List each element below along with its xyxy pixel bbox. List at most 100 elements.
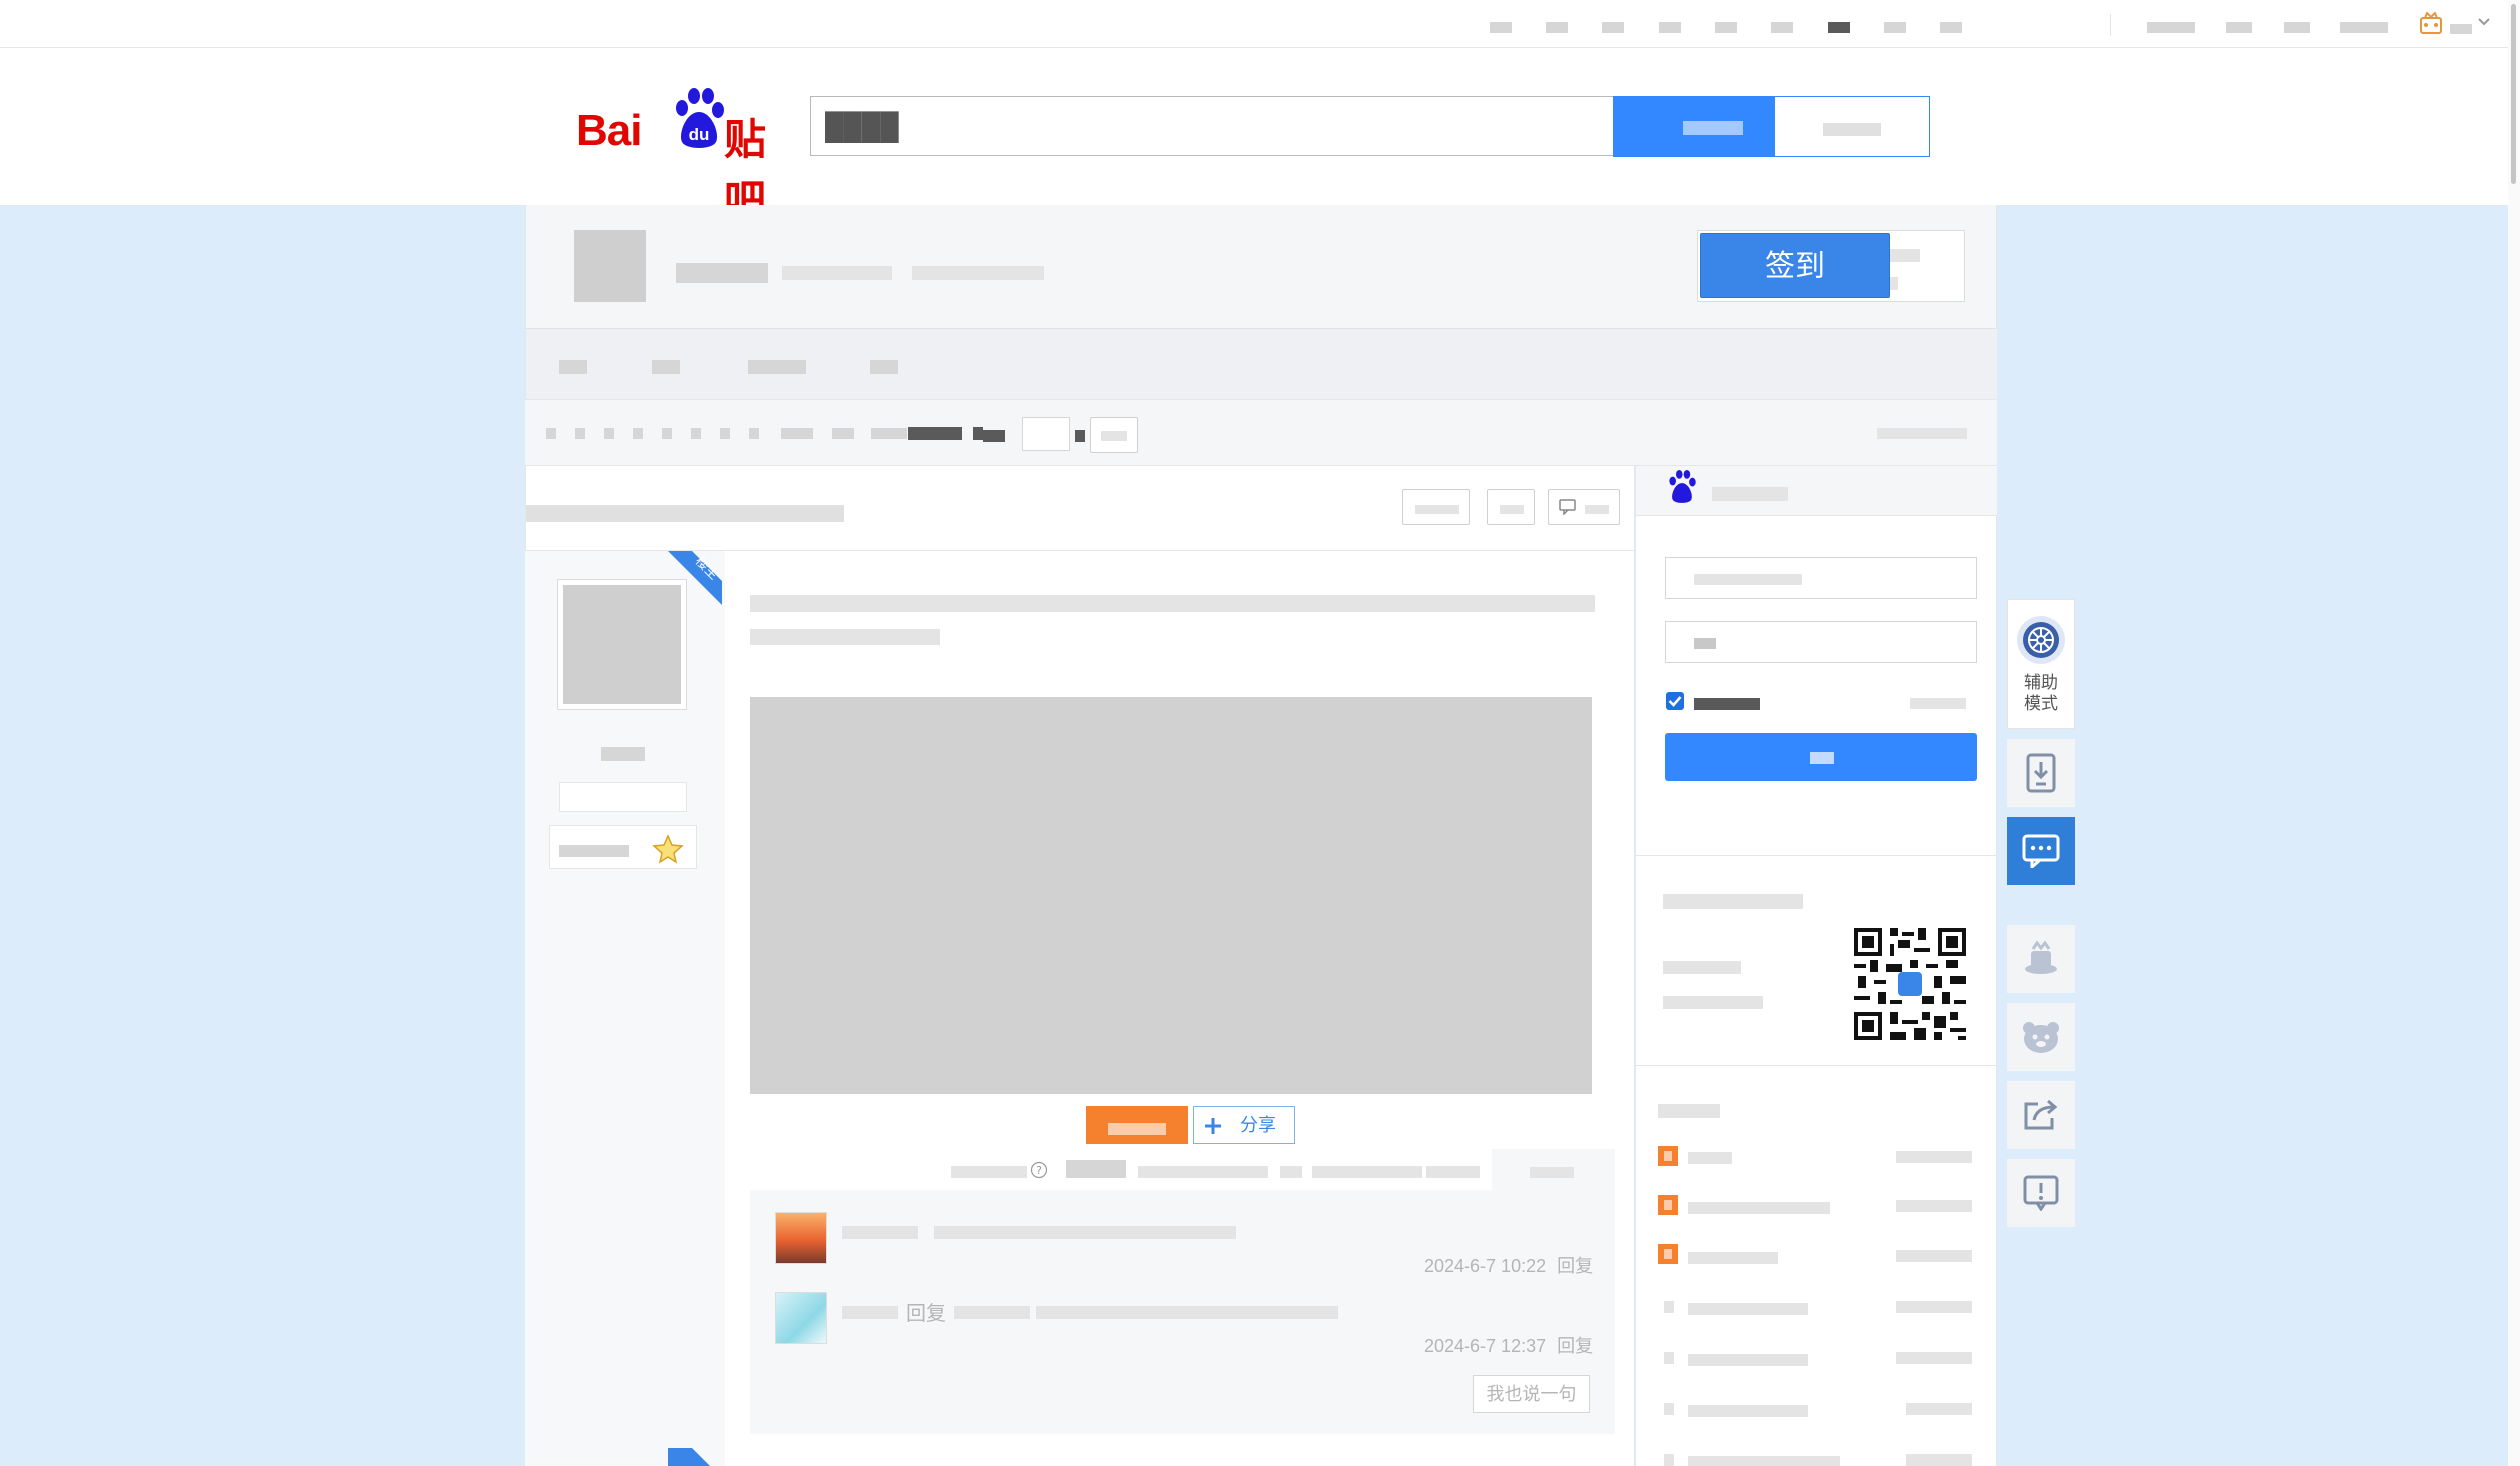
share-button[interactable]: 分享	[1193, 1106, 1295, 1144]
only-op-button[interactable]	[1402, 489, 1470, 525]
post-meta	[1138, 1166, 1268, 1178]
signin-button[interactable]: 签到	[1700, 233, 1890, 298]
top-link[interactable]	[1546, 22, 1568, 33]
top-user-link[interactable]	[2340, 22, 2388, 33]
reply-time: 2024-6-7 12:37	[1424, 1336, 1547, 1356]
app-download-button[interactable]	[2007, 739, 2075, 807]
reply-link[interactable]: 回复	[1557, 1336, 1593, 1356]
hot-item-title[interactable]	[1688, 1303, 1808, 1315]
reply-toggle-tab[interactable]	[1492, 1149, 1615, 1190]
page-jump-input[interactable]	[1022, 417, 1070, 451]
pager-stat	[1877, 428, 1967, 439]
nav-tab[interactable]	[559, 360, 587, 374]
remember-checkbox[interactable]	[1665, 691, 1685, 711]
reply-button[interactable]	[1548, 489, 1620, 525]
author-level	[559, 782, 687, 812]
page-link[interactable]	[720, 428, 730, 439]
pagination-bar	[525, 399, 1997, 466]
reply-link[interactable]: 回复	[1557, 1256, 1593, 1276]
page-link[interactable]	[662, 428, 672, 439]
forum-name[interactable]	[676, 263, 768, 283]
hot-item-title[interactable]	[1688, 1456, 1840, 1466]
page-link[interactable]	[633, 428, 643, 439]
reply-meta: 2024-6-7 10:22 回复	[1424, 1252, 1593, 1278]
reply-username[interactable]	[842, 1226, 918, 1239]
top-link[interactable]	[1602, 22, 1624, 33]
collect-button[interactable]	[1487, 489, 1535, 525]
scrollbar-thumb[interactable]	[2511, 4, 2516, 184]
top-user-link[interactable]	[2226, 22, 2252, 33]
login-title	[1712, 487, 1788, 501]
reply-avatar[interactable]	[775, 1212, 827, 1264]
top-link-active[interactable]	[1828, 22, 1850, 33]
forum-avatar[interactable]	[574, 230, 646, 302]
baidu-tieba-logo[interactable]: Bai du 贴吧	[576, 84, 786, 224]
help-icon[interactable]: ?	[1030, 1161, 1048, 1179]
top-bar	[0, 0, 2520, 48]
svg-text:?: ?	[1036, 1164, 1042, 1177]
top-link[interactable]	[1940, 22, 1962, 33]
author-avatar[interactable]	[563, 585, 681, 704]
top-user-link[interactable]	[2284, 22, 2310, 33]
add-reply-button[interactable]: 我也说一句	[1473, 1375, 1590, 1413]
page-last[interactable]	[832, 428, 854, 439]
search-input[interactable]: ████	[810, 96, 1615, 156]
assist-mode-button[interactable]: 辅助 模式	[2007, 599, 2075, 729]
chevron-down-icon[interactable]	[2478, 18, 2490, 26]
crown-icon[interactable]	[2418, 12, 2444, 36]
hot-item-title[interactable]	[1688, 1252, 1778, 1264]
post-image[interactable]	[750, 697, 1592, 1094]
page-link[interactable]	[546, 428, 556, 439]
top-link[interactable]	[1490, 22, 1512, 33]
rank-number	[1664, 1403, 1674, 1415]
password-field[interactable]	[1665, 621, 1977, 663]
hot-item-title[interactable]	[1688, 1152, 1732, 1164]
forum-stat	[912, 266, 1044, 280]
top-link[interactable]	[1771, 22, 1793, 33]
page-link[interactable]	[575, 428, 585, 439]
reply-text	[934, 1226, 1236, 1239]
top-user-link[interactable]	[2450, 24, 2472, 34]
forgot-link[interactable]	[1910, 698, 1966, 709]
author-name[interactable]	[601, 747, 645, 761]
username-field[interactable]	[1665, 557, 1977, 599]
qr-code	[1854, 928, 1966, 1040]
reply-username[interactable]	[842, 1306, 898, 1319]
like-button[interactable]	[1086, 1106, 1188, 1144]
post-meta	[951, 1166, 1027, 1178]
feedback-chat-button[interactable]	[2007, 817, 2075, 885]
nav-tab[interactable]	[748, 360, 806, 374]
divider	[2110, 14, 2111, 36]
reply-target[interactable]	[954, 1306, 1030, 1319]
page-link[interactable]	[604, 428, 614, 439]
hot-item-title[interactable]	[1688, 1354, 1808, 1366]
page-link[interactable]	[691, 428, 701, 439]
search-all-button[interactable]	[1774, 96, 1930, 157]
top-user-link[interactable]	[2147, 22, 2195, 33]
scrollbar-track[interactable]	[2508, 0, 2520, 1466]
page-jump-button[interactable]	[1090, 417, 1138, 453]
op-ribbon	[668, 1448, 710, 1466]
rank-number	[1664, 1301, 1674, 1313]
phone-download-icon	[2026, 753, 2056, 793]
hot-item-title[interactable]	[1688, 1405, 1808, 1417]
page-next[interactable]	[781, 428, 813, 439]
nav-tab[interactable]	[652, 360, 680, 374]
report-button[interactable]	[2007, 1159, 2075, 1227]
hot-item-title[interactable]	[1688, 1202, 1830, 1214]
login-button[interactable]	[1665, 733, 1977, 781]
reply-avatar[interactable]	[775, 1292, 827, 1344]
share-page-button[interactable]	[2007, 1081, 2075, 1149]
page-link[interactable]	[749, 428, 759, 439]
hot-item-count	[1906, 1403, 1972, 1415]
top-link[interactable]	[1715, 22, 1737, 33]
magic-hat-button[interactable]	[2007, 925, 2075, 993]
bear-mascot-button[interactable]	[2007, 1003, 2075, 1071]
top-link[interactable]	[1884, 22, 1906, 33]
share-icon	[2024, 1099, 2058, 1130]
nav-tab[interactable]	[870, 360, 898, 374]
author-badge[interactable]	[549, 825, 697, 869]
forum-stat	[782, 266, 892, 280]
top-link[interactable]	[1659, 22, 1681, 33]
hot-item-count	[1896, 1250, 1972, 1262]
